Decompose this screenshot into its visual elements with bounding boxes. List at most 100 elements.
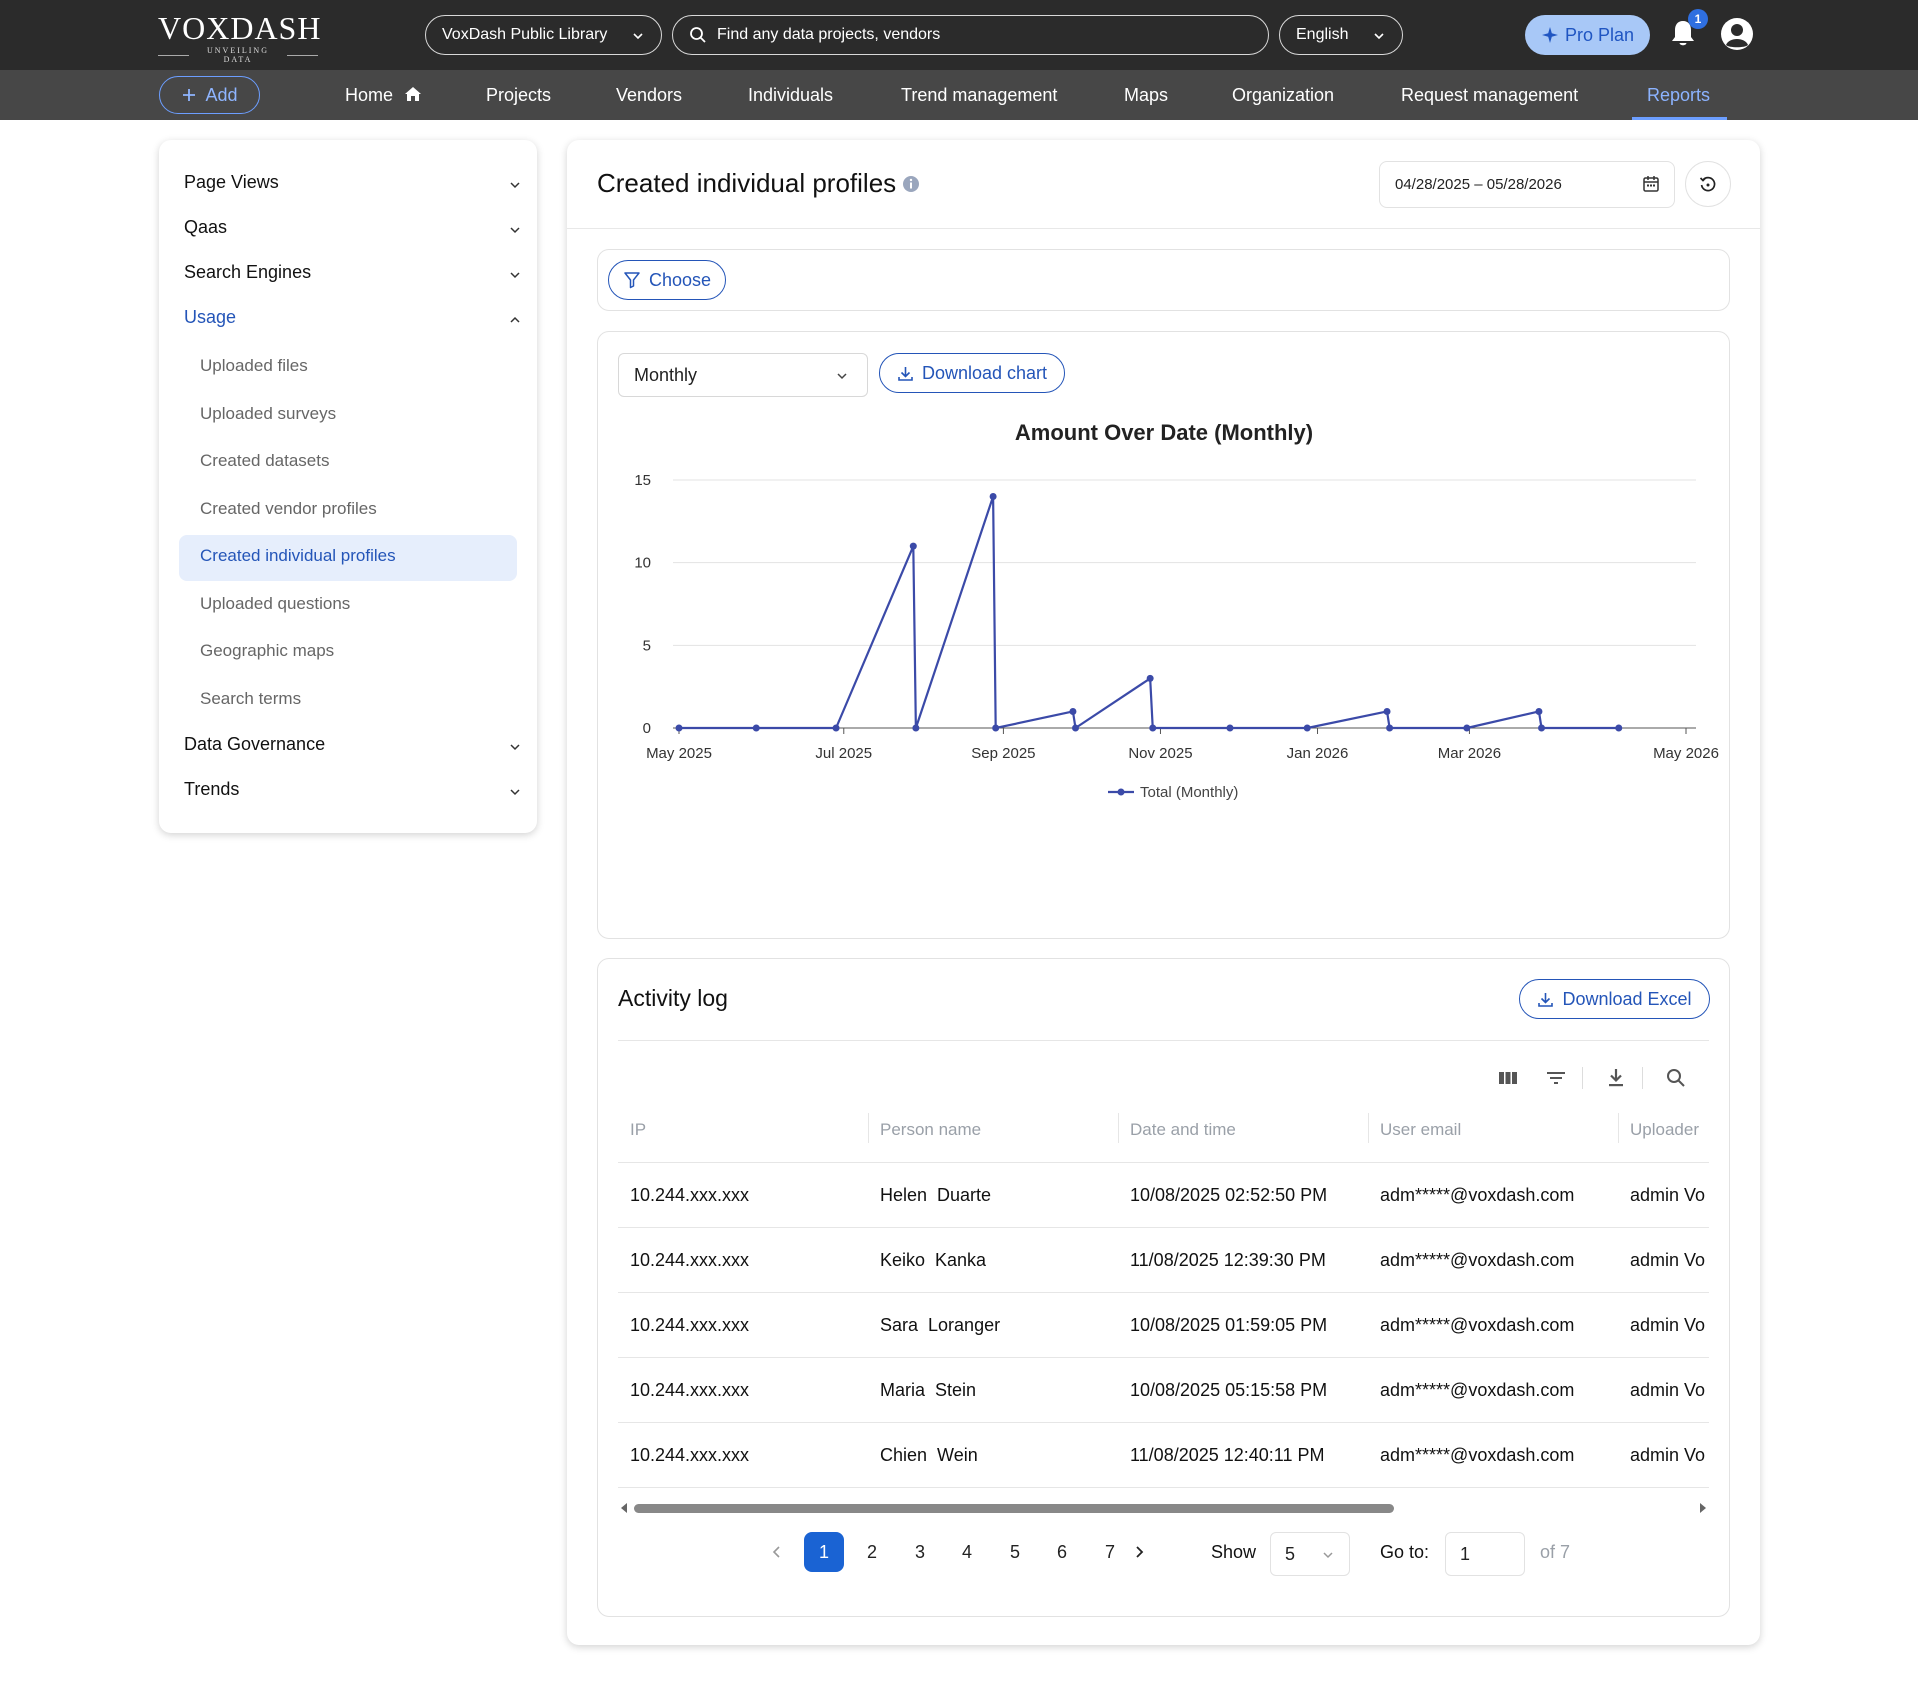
cell-date-time: 11/08/2025 12:40:11 PM bbox=[1130, 1445, 1325, 1465]
sidebar-item-uploaded-questions[interactable]: Uploaded questions bbox=[200, 594, 350, 614]
sidebar-section-usage[interactable]: Usage bbox=[184, 307, 522, 331]
sidebar-item-search-terms[interactable]: Search terms bbox=[200, 689, 301, 709]
page-3[interactable]: 3 bbox=[900, 1532, 940, 1572]
scroll-left-icon[interactable] bbox=[620, 1503, 628, 1513]
sidebar-item-created-datasets[interactable]: Created datasets bbox=[200, 451, 329, 471]
data-point bbox=[912, 724, 920, 732]
user-avatar-icon[interactable] bbox=[1720, 17, 1754, 51]
export-icon[interactable] bbox=[1604, 1066, 1628, 1090]
x-tick-label: May 2026 bbox=[1653, 745, 1719, 762]
scroll-right-icon[interactable] bbox=[1699, 1503, 1707, 1513]
x-tick-label: Nov 2025 bbox=[1128, 745, 1192, 762]
sidebar-section-search-engines[interactable]: Search Engines bbox=[184, 262, 522, 286]
sidebar-section-qaas[interactable]: Qaas bbox=[184, 217, 522, 241]
language-select[interactable]: English bbox=[1279, 15, 1403, 55]
column-header-user-email[interactable]: User email bbox=[1368, 1115, 1461, 1145]
page-5[interactable]: 5 bbox=[995, 1532, 1035, 1572]
sparkle-icon bbox=[1541, 27, 1558, 43]
sidebar-item-created-individual-profiles[interactable]: Created individual profiles bbox=[200, 546, 396, 566]
page-1[interactable]: 1 bbox=[804, 1532, 844, 1572]
library-select[interactable]: VoxDash Public Library bbox=[425, 15, 662, 55]
cell-uploader: admin Vo bbox=[1630, 1250, 1706, 1270]
horizontal-scrollbar[interactable] bbox=[618, 1500, 1709, 1516]
y-tick-label: 0 bbox=[643, 720, 651, 737]
cell-uploader: admin Vo bbox=[1630, 1380, 1706, 1400]
nav-vendors[interactable]: Vendors bbox=[616, 70, 682, 120]
logo[interactable]: VoxDash UNVEILING DATA bbox=[158, 10, 320, 64]
cell-date-time: 10/08/2025 01:59:05 PM bbox=[1130, 1315, 1328, 1335]
page-6[interactable]: 6 bbox=[1042, 1532, 1082, 1572]
cell-date-time: 10/08/2025 02:52:50 PM bbox=[1130, 1185, 1328, 1205]
sidebar-item-uploaded-surveys[interactable]: Uploaded surveys bbox=[200, 404, 336, 424]
data-point bbox=[989, 493, 997, 501]
sidebar-item-geographic-maps[interactable]: Geographic maps bbox=[200, 641, 334, 661]
nav-reports[interactable]: Reports bbox=[1647, 70, 1710, 120]
page-2[interactable]: 2 bbox=[852, 1532, 892, 1572]
chevron-down-icon bbox=[1374, 33, 1384, 40]
first-name: Helen bbox=[880, 1185, 928, 1205]
nav-individuals[interactable]: Individuals bbox=[748, 70, 833, 120]
choose-filter-button[interactable]: Choose bbox=[608, 260, 726, 300]
table-row[interactable]: 10.244.xxx.xxx Chien Wein 11/08/2025 12:40:… bbox=[618, 1423, 1709, 1488]
info-icon[interactable] bbox=[902, 175, 920, 193]
column-header-date-time[interactable]: Date and time bbox=[1118, 1115, 1236, 1145]
sidebar-section-page-views[interactable]: Page Views bbox=[184, 172, 522, 196]
data-point bbox=[752, 724, 760, 732]
date-range-picker[interactable]: 04/28/2025 – 05/28/2026 bbox=[1379, 161, 1675, 208]
pro-plan-button[interactable]: Pro Plan bbox=[1525, 15, 1650, 55]
sidebar-item-uploaded-files[interactable]: Uploaded files bbox=[200, 356, 308, 376]
table-row[interactable]: 10.244.xxx.xxx Sara Loranger 10/08/2025 01:… bbox=[618, 1293, 1709, 1358]
filter-list-icon[interactable] bbox=[1544, 1066, 1568, 1090]
top-bar: VoxDash UNVEILING DATA VoxDash Public Li… bbox=[0, 0, 1918, 70]
cell-ip: 10.244.xxx.xxx bbox=[630, 1315, 750, 1335]
nav-trend-management[interactable]: Trend management bbox=[901, 70, 1057, 120]
language-select-value: English bbox=[1296, 26, 1349, 43]
nav-maps[interactable]: Maps bbox=[1124, 70, 1168, 120]
chevron-down-icon bbox=[510, 227, 520, 234]
add-button[interactable]: Add bbox=[159, 76, 260, 114]
reset-icon bbox=[1699, 176, 1716, 192]
reset-button[interactable] bbox=[1685, 161, 1731, 207]
table-row[interactable]: 10.244.xxx.xxx Maria Stein 10/08/2025 05:15… bbox=[618, 1358, 1709, 1423]
period-select[interactable]: Monthly bbox=[618, 353, 868, 397]
cell-user-email: adm*****@voxdash.com bbox=[1380, 1380, 1575, 1400]
download-chart-button[interactable]: Download chart bbox=[879, 353, 1065, 393]
page-size-select[interactable]: 5 bbox=[1270, 1532, 1350, 1576]
x-tick-label: Sep 2025 bbox=[971, 745, 1035, 762]
data-point bbox=[1535, 707, 1543, 715]
sidebar-section-trends[interactable]: Trends bbox=[184, 779, 522, 803]
cell-person-name: Maria Stein bbox=[868, 1358, 976, 1423]
sidebar-section-data-governance[interactable]: Data Governance bbox=[184, 734, 522, 758]
last-name: Duarte bbox=[937, 1185, 992, 1205]
activity-log-title: Activity log bbox=[618, 985, 728, 1011]
column-header-ip[interactable]: IP bbox=[618, 1115, 646, 1145]
table-row[interactable]: 10.244.xxx.xxx Keiko Kanka 11/08/2025 12:39… bbox=[618, 1228, 1709, 1293]
nav-home[interactable]: Home bbox=[345, 70, 422, 120]
nav-projects[interactable]: Projects bbox=[486, 70, 551, 120]
cell-user-email: adm*****@voxdash.com bbox=[1380, 1250, 1575, 1270]
column-header-uploader[interactable]: Uploader bbox=[1618, 1115, 1699, 1145]
nav-request-management[interactable]: Request management bbox=[1401, 70, 1578, 120]
legend-label: Total (Monthly) bbox=[1140, 784, 1238, 801]
page-7[interactable]: 7 bbox=[1090, 1532, 1130, 1572]
nav-organization[interactable]: Organization bbox=[1232, 70, 1334, 120]
filter-bar: Choose bbox=[597, 249, 1730, 311]
column-header-person-name[interactable]: Person name bbox=[868, 1115, 981, 1145]
x-tick-label: Mar 2026 bbox=[1438, 745, 1501, 762]
chevron-down-icon bbox=[1323, 1552, 1333, 1559]
cell-person-name: Helen Duarte bbox=[868, 1163, 991, 1228]
columns-icon[interactable] bbox=[1496, 1066, 1520, 1090]
table-row[interactable]: 10.244.xxx.xxx Helen Duarte 10/08/2025 02:5… bbox=[618, 1163, 1709, 1228]
search-placeholder: Find any data projects, vendors bbox=[717, 26, 941, 43]
search-icon[interactable] bbox=[1664, 1066, 1688, 1090]
chevron-left-icon[interactable] bbox=[770, 1545, 784, 1559]
scrollbar-thumb[interactable] bbox=[634, 1504, 1394, 1513]
page-count-label: of 7 bbox=[1540, 1542, 1571, 1562]
goto-page-input[interactable]: 1 bbox=[1445, 1532, 1525, 1576]
sidebar-item-created-vendor-profiles[interactable]: Created vendor profiles bbox=[200, 499, 377, 519]
chevron-right-icon[interactable] bbox=[1132, 1545, 1146, 1559]
page-4[interactable]: 4 bbox=[947, 1532, 987, 1572]
download-excel-button[interactable]: Download Excel bbox=[1519, 979, 1710, 1019]
chart-title: Amount Over Date (Monthly) bbox=[1015, 420, 1313, 445]
search-input[interactable]: Find any data projects, vendors bbox=[672, 15, 1269, 55]
